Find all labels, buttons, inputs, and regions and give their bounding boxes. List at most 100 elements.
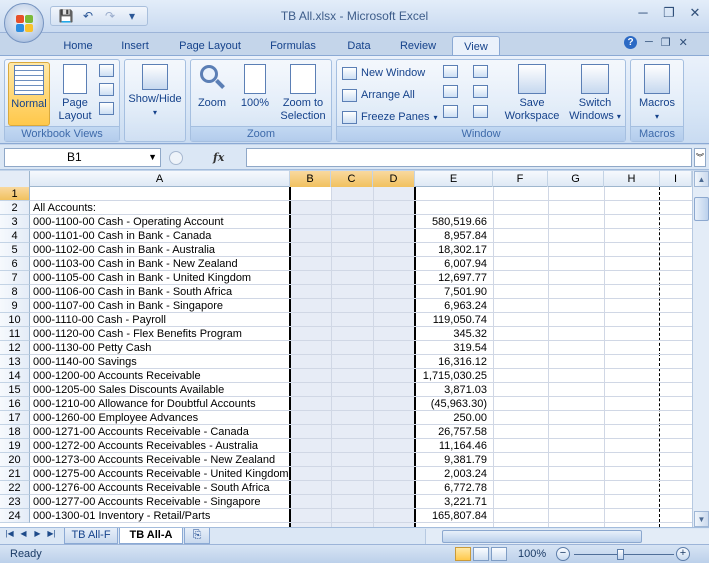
cell-a[interactable]: 000-1300-01 Inventory - Retail/Parts: [33, 509, 288, 523]
row-header[interactable]: 24: [0, 509, 30, 523]
cell-a[interactable]: 000-1110-00 Cash - Payroll: [33, 313, 288, 327]
cell-a[interactable]: 000-1200-00 Accounts Receivable: [33, 369, 288, 383]
zoom-button[interactable]: Zoom: [193, 62, 231, 126]
cell-a[interactable]: 000-1271-00 Accounts Receivable - Canada: [33, 425, 288, 439]
cell-e[interactable]: 1,715,030.25: [416, 369, 487, 383]
select-all-corner[interactable]: [0, 171, 30, 187]
page-break-shortcut-icon[interactable]: [491, 547, 507, 561]
row-header[interactable]: 8: [0, 285, 30, 299]
first-sheet-icon[interactable]: |◀: [4, 529, 15, 538]
cell-a[interactable]: 000-1101-00 Cash in Bank - Canada: [33, 229, 288, 243]
cell-a[interactable]: 000-1210-00 Allowance for Doubtful Accou…: [33, 397, 288, 411]
row-header[interactable]: 15: [0, 383, 30, 397]
split-icon[interactable]: [443, 65, 458, 78]
cell-e[interactable]: 580,519.66: [416, 215, 487, 229]
show-hide-button[interactable]: Show/Hide ▾: [127, 62, 183, 126]
row-header[interactable]: 20: [0, 453, 30, 467]
row-header[interactable]: 16: [0, 397, 30, 411]
tab-page-layout[interactable]: Page Layout: [172, 36, 248, 56]
column-header-h[interactable]: H: [604, 171, 660, 187]
column-header-i[interactable]: I: [660, 171, 692, 187]
cell-a[interactable]: 000-1130-00 Petty Cash: [33, 341, 288, 355]
column-header-a[interactable]: A: [30, 171, 290, 187]
row-header[interactable]: 13: [0, 355, 30, 369]
name-box[interactable]: B1 ▼: [4, 148, 161, 167]
row-header[interactable]: 1: [0, 187, 30, 201]
cell-a[interactable]: 000-1105-00 Cash in Bank - United Kingdo…: [33, 271, 288, 285]
insert-sheet-icon[interactable]: ⎘: [184, 528, 210, 544]
row-header[interactable]: 2: [0, 201, 30, 215]
zoom-in-button[interactable]: +: [676, 547, 690, 561]
cell-a[interactable]: 000-1140-00 Savings: [33, 355, 288, 369]
row-header[interactable]: 23: [0, 495, 30, 509]
view-side-by-side-icon[interactable]: [473, 65, 488, 78]
worksheet-grid[interactable]: A B C D E F G H I 1 2 All Accounts: 3 000-11…: [0, 171, 692, 527]
cell-a[interactable]: 000-1272-00 Accounts Receivables - Austr…: [33, 439, 288, 453]
row-header[interactable]: 18: [0, 425, 30, 439]
zoom-slider-thumb[interactable]: [617, 549, 624, 560]
vertical-scrollbar[interactable]: ▲ ▼: [692, 171, 709, 527]
vertical-scroll-thumb[interactable]: [694, 197, 709, 221]
column-header-c[interactable]: C: [331, 171, 373, 187]
new-window-button[interactable]: New Window: [342, 64, 425, 82]
row-header[interactable]: 6: [0, 257, 30, 271]
tab-insert[interactable]: Insert: [110, 36, 160, 56]
row-header[interactable]: 5: [0, 243, 30, 257]
cell-e[interactable]: 7,501.90: [416, 285, 487, 299]
cell-e[interactable]: 18,302.17: [416, 243, 487, 257]
column-header-d[interactable]: D: [373, 171, 415, 187]
full-screen-icon[interactable]: [99, 102, 114, 115]
cell-a[interactable]: 000-1275-00 Accounts Receivable - United…: [33, 467, 289, 481]
normal-view-button[interactable]: Normal: [8, 62, 50, 126]
ribbon-restore-button[interactable]: ❐: [661, 36, 671, 49]
synchronous-scrolling-icon[interactable]: [473, 85, 488, 98]
cell-e[interactable]: 345.32: [416, 327, 487, 341]
arrange-all-button[interactable]: Arrange All: [342, 86, 415, 104]
cell-e[interactable]: 11,164.46: [416, 439, 487, 453]
cell-e[interactable]: 6,772.78: [416, 481, 487, 495]
cell-e[interactable]: 119,050.74: [416, 313, 487, 327]
custom-views-icon[interactable]: [99, 83, 114, 96]
sheet-tab-tb-all-f[interactable]: TB All-F: [64, 528, 118, 544]
row-header[interactable]: 3: [0, 215, 30, 229]
formula-input[interactable]: [246, 148, 692, 167]
cell-e[interactable]: (45,963.30): [416, 397, 487, 411]
cell-a[interactable]: 000-1100-00 Cash - Operating Account: [33, 215, 288, 229]
column-header-f[interactable]: F: [493, 171, 548, 187]
column-header-g[interactable]: G: [548, 171, 604, 187]
cell-a[interactable]: [33, 187, 288, 201]
ribbon-minimize-button[interactable]: ─: [645, 36, 653, 49]
cell-e[interactable]: [416, 187, 487, 201]
scroll-up-icon[interactable]: ▲: [694, 171, 709, 187]
horizontal-scroll-thumb[interactable]: [442, 530, 642, 543]
row-header[interactable]: 14: [0, 369, 30, 383]
cell-e[interactable]: 165,807.84: [416, 509, 487, 523]
tab-view[interactable]: View: [452, 36, 500, 56]
cell-e[interactable]: 9,381.79: [416, 453, 487, 467]
column-header-e[interactable]: E: [415, 171, 493, 187]
cell-e[interactable]: 8,957.84: [416, 229, 487, 243]
tab-review[interactable]: Review: [392, 36, 444, 56]
cell-a[interactable]: All Accounts:: [33, 201, 288, 215]
macros-button[interactable]: Macros ▾: [633, 62, 681, 126]
row-header[interactable]: 19: [0, 439, 30, 453]
office-button[interactable]: [4, 3, 44, 43]
cell-a[interactable]: 000-1260-00 Employee Advances: [33, 411, 288, 425]
reset-window-position-icon[interactable]: [473, 105, 488, 118]
row-header[interactable]: 7: [0, 271, 30, 285]
cell-a[interactable]: 000-1120-00 Cash - Flex Benefits Program: [33, 327, 288, 341]
zoom-out-button[interactable]: −: [556, 547, 570, 561]
tab-home[interactable]: Home: [54, 36, 102, 56]
scroll-down-icon[interactable]: ▼: [694, 511, 709, 527]
help-icon[interactable]: ?: [624, 36, 637, 49]
cell-e[interactable]: 26,757.58: [416, 425, 487, 439]
tab-formulas[interactable]: Formulas: [260, 36, 326, 56]
insert-function-icon[interactable]: fx: [213, 151, 224, 164]
last-sheet-icon[interactable]: ▶|: [46, 529, 57, 538]
page-layout-view-button[interactable]: Page Layout: [55, 62, 95, 126]
cell-e[interactable]: 3,221.71: [416, 495, 487, 509]
page-layout-shortcut-icon[interactable]: [473, 547, 489, 561]
cell-e[interactable]: 250.00: [416, 411, 487, 425]
zoom-slider-track[interactable]: [574, 554, 674, 555]
freeze-panes-button[interactable]: Freeze Panes ▾: [342, 108, 438, 126]
